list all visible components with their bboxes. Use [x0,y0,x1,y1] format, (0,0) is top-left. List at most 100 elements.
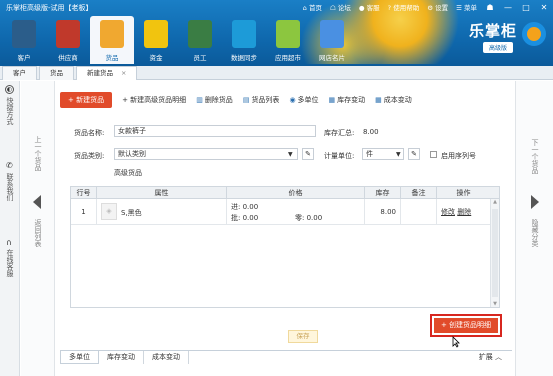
row-number: 1 [71,199,97,224]
nav-item-goods[interactable]: 货品 [90,16,134,64]
table-header: 行号 属性 价格 库存 备注 操作 [71,187,499,199]
tab-label: 新建货品 [87,69,113,77]
nav-item-app-store[interactable]: 应用超市 [266,16,310,64]
tab-new-goods[interactable]: 新建货品 × [76,66,138,80]
dropdown-icon[interactable]: ▼ [288,151,293,158]
edit-category-icon[interactable]: ✎ [302,148,314,160]
unit-dropdown-icon[interactable]: ▼ [396,151,401,158]
phone-icon: ✆ [6,161,13,170]
table-row[interactable]: 1 ◈ S,黑色 进: 0.00 批: 0.00 零: 0.00 8.00 修改… [71,199,499,225]
trash-icon: ▥ [196,96,203,104]
tab-label: 客户 [13,69,26,77]
tab-strip: 客户 货品 新建货品 × [0,66,553,80]
maximize-icon[interactable]: □ [521,3,531,12]
goods-name-input[interactable]: 女款裤子 [114,125,316,137]
nav-item-sync[interactable]: 数据同步 [222,16,266,64]
stock-total-value: 8.00 [363,128,379,136]
nav-item-supplier[interactable]: 供应商 [46,16,90,64]
list-label: 货品列表 [251,96,280,104]
cost-icon: ▦ [375,96,382,104]
stock-change-button[interactable]: ▦ 库存变动 [329,95,366,105]
chevron-up-icon: ︿ [495,353,502,361]
multi-unit-button[interactable]: ◉ 多单位 [289,95,318,105]
nav-item-money[interactable]: 资金 [134,16,178,64]
brand-logo: 乐掌柜 [468,22,517,40]
brand-edition: 高级版 [482,42,513,53]
support-label[interactable]: 在线客服 [5,249,15,277]
nav-item-customer[interactable]: 客户 [2,16,46,64]
shortcuts-label[interactable]: 快捷方式 [5,97,15,125]
tab-goods[interactable]: 货品 [39,66,74,80]
nav-label: 应用超市 [275,54,301,62]
settings-link[interactable]: ⚙ 设置 [427,2,448,12]
stock-icon: ▦ [328,96,336,104]
nav-label: 供应商 [58,54,78,62]
right-nav-panel: 下一个货品 隐藏分类 [515,81,553,376]
price-retail: 零: 0.00 [295,214,323,222]
customer-icon [12,20,36,48]
contact-label[interactable]: 联系我们 [5,173,15,201]
edit-link[interactable]: 修改 [441,208,455,216]
back-list-label[interactable]: 返回列表 [33,219,43,247]
goods-detail-table: 行号 属性 价格 库存 备注 操作 1 ◈ S,黑色 进: 0.00 批: 0.… [70,186,500,308]
forum-link[interactable]: ☖ 论坛 [330,2,351,12]
category-select[interactable]: 默认类别 [114,148,298,160]
main-nav: 客户 供应商 货品 资金 员工 数据同步 应用超市 网店名片 [2,16,354,64]
advanced-goods-label: 高级货品 [114,169,142,177]
bottom-tab-cost[interactable]: 成本变动 [144,350,189,364]
nav-item-staff[interactable]: 员工 [178,16,222,64]
new-goods-button[interactable]: + 新建货品 [60,92,113,108]
new-advanced-button[interactable]: + 新建高级货品明细 [122,95,186,105]
nav-label: 客户 [17,54,31,62]
expand-label: 扩展 [478,353,493,361]
card-icon [320,20,344,48]
col-header: 行号 [71,187,97,198]
save-button[interactable]: 保存 [288,330,318,343]
prev-arrow-icon[interactable] [33,195,41,209]
serial-checkbox[interactable] [430,151,437,158]
expand-toggle[interactable]: 扩展 ︿ [479,351,502,363]
nav-item-card[interactable]: 网店名片 [310,16,354,64]
bottom-tab-stock[interactable]: 库存变动 [99,350,144,364]
help-link[interactable]: ? 使用帮助 [388,2,420,12]
money-icon [144,20,168,48]
window-title: 乐掌柜高级版-试用【老板】 [6,4,93,12]
goods-list-button[interactable]: ▤ 货品列表 [243,95,280,105]
delete-label: 删除货品 [204,96,233,104]
next-goods-label[interactable]: 下一个货品 [530,139,540,174]
list-icon: ▤ [242,96,250,104]
scroll-down-icon[interactable]: ▼ [491,301,499,307]
cost-change-button[interactable]: ▦ 成本变动 [375,95,412,105]
note-cell[interactable] [401,199,437,224]
home-link[interactable]: ⌂ 首页 [303,2,322,12]
service-label: 客服 [366,4,380,12]
left-sidebar: ◐ 快捷方式 ✆ 联系我们 ∩ 在线客服 [0,81,20,376]
app-store-icon [276,20,300,48]
service-link[interactable]: ● 客服 [359,2,380,12]
skin-icon[interactable]: ☗ [485,3,495,12]
create-detail-button[interactable]: + 创建货品明细 [430,314,502,337]
col-header: 备注 [401,187,437,198]
table-scrollbar[interactable]: ▲ ▼ [490,199,499,307]
close-icon[interactable]: ✕ [539,3,549,12]
settings-label: 设置 [435,4,449,12]
minimize-icon[interactable]: — [503,3,513,12]
delete-link[interactable]: 删除 [457,208,471,216]
scroll-thumb[interactable] [492,209,498,297]
prev-goods-label[interactable]: 上一个货品 [33,136,43,171]
tab-customer[interactable]: 客户 [2,66,37,80]
next-arrow-icon[interactable] [531,195,539,209]
menu-link[interactable]: ☰ 菜单 [456,2,477,12]
name-label: 货品名称: [74,129,105,137]
attr-value: S,黑色 [121,209,142,217]
scroll-up-icon[interactable]: ▲ [491,199,499,205]
edit-unit-icon[interactable]: ✎ [408,148,420,160]
tab-label: 货品 [50,69,63,77]
hide-category-label[interactable]: 隐藏分类 [530,219,540,247]
bottom-tab-multi-unit[interactable]: 多单位 [60,350,99,364]
delete-goods-button[interactable]: ▥ 删除货品 [196,95,233,105]
menu-label: 菜单 [464,4,477,12]
close-tab-icon[interactable]: × [121,69,126,77]
sync-icon [232,20,256,48]
stock-cell: 8.00 [365,199,401,224]
